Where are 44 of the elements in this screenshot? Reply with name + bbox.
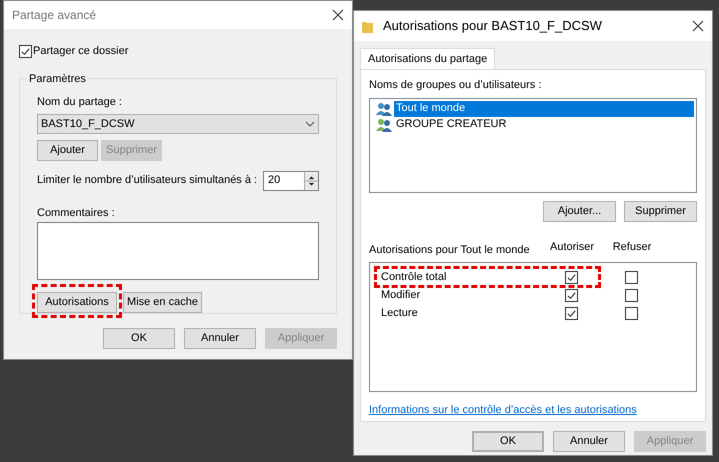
button[interactable]: Annuler <box>553 431 625 452</box>
spinner-icon[interactable] <box>304 172 318 190</box>
comments-field[interactable] <box>37 222 319 280</box>
checkbox[interactable] <box>624 306 638 320</box>
checkbox[interactable] <box>624 288 638 302</box>
checkbox[interactable] <box>564 306 578 320</box>
button[interactable]: Mise en cache <box>123 292 202 312</box>
field-label: Nom du partage : <box>37 94 123 110</box>
checkbox-label: Partager ce dossier <box>33 44 128 59</box>
help-link[interactable]: Informations sur le contrôle d’accès et les autorisations <box>369 402 637 418</box>
checkbox[interactable] <box>564 288 578 302</box>
field-label: Commentaires : <box>37 206 116 221</box>
window-title: Autorisations pour BAST10_F_DCSW <box>383 17 603 36</box>
tab[interactable]: Autorisations du partage <box>360 48 496 69</box>
checkbox[interactable] <box>564 270 578 284</box>
field-label: Noms de groupes ou d’utilisateurs : <box>369 78 542 93</box>
users-icon <box>376 102 393 116</box>
checkbox[interactable] <box>624 270 638 284</box>
button[interactable]: Autorisations <box>37 292 117 312</box>
users-icon <box>376 118 393 132</box>
close-icon[interactable] <box>332 9 344 21</box>
column-header: Refuser <box>612 240 652 254</box>
permission-name: Modifier <box>381 288 422 303</box>
button[interactable]: Annuler <box>184 328 256 348</box>
button[interactable]: OK <box>103 328 175 348</box>
column-header: Autoriser <box>548 240 596 254</box>
permission-name: Contrôle total <box>381 270 448 285</box>
field-label: Autorisations pour Tout le monde <box>369 242 531 258</box>
dropdown[interactable]: BAST10_F_DCSW <box>37 114 319 134</box>
checkbox[interactable] <box>19 44 32 58</box>
permission-name: Lecture <box>381 306 419 321</box>
list-item[interactable]: GROUPE CREATEUR <box>394 116 694 132</box>
caret-icon <box>305 120 315 127</box>
field-label: Limiter le nombre d’utilisateurs simultanés à : <box>37 173 258 188</box>
button[interactable]: Ajouter <box>37 140 98 161</box>
folder-icon <box>362 20 373 32</box>
number-field[interactable]: 20 <box>263 170 319 191</box>
button[interactable]: Ajouter... <box>543 200 616 222</box>
window-title: Partage avancé <box>12 7 96 24</box>
user-list[interactable]: Tout le monde GROUPE CREATEUR <box>369 98 697 192</box>
button[interactable]: OK <box>472 431 544 452</box>
list-item[interactable]: Tout le monde <box>394 100 694 116</box>
button[interactable]: Supprimer <box>624 200 697 222</box>
close-icon[interactable] <box>692 20 704 32</box>
